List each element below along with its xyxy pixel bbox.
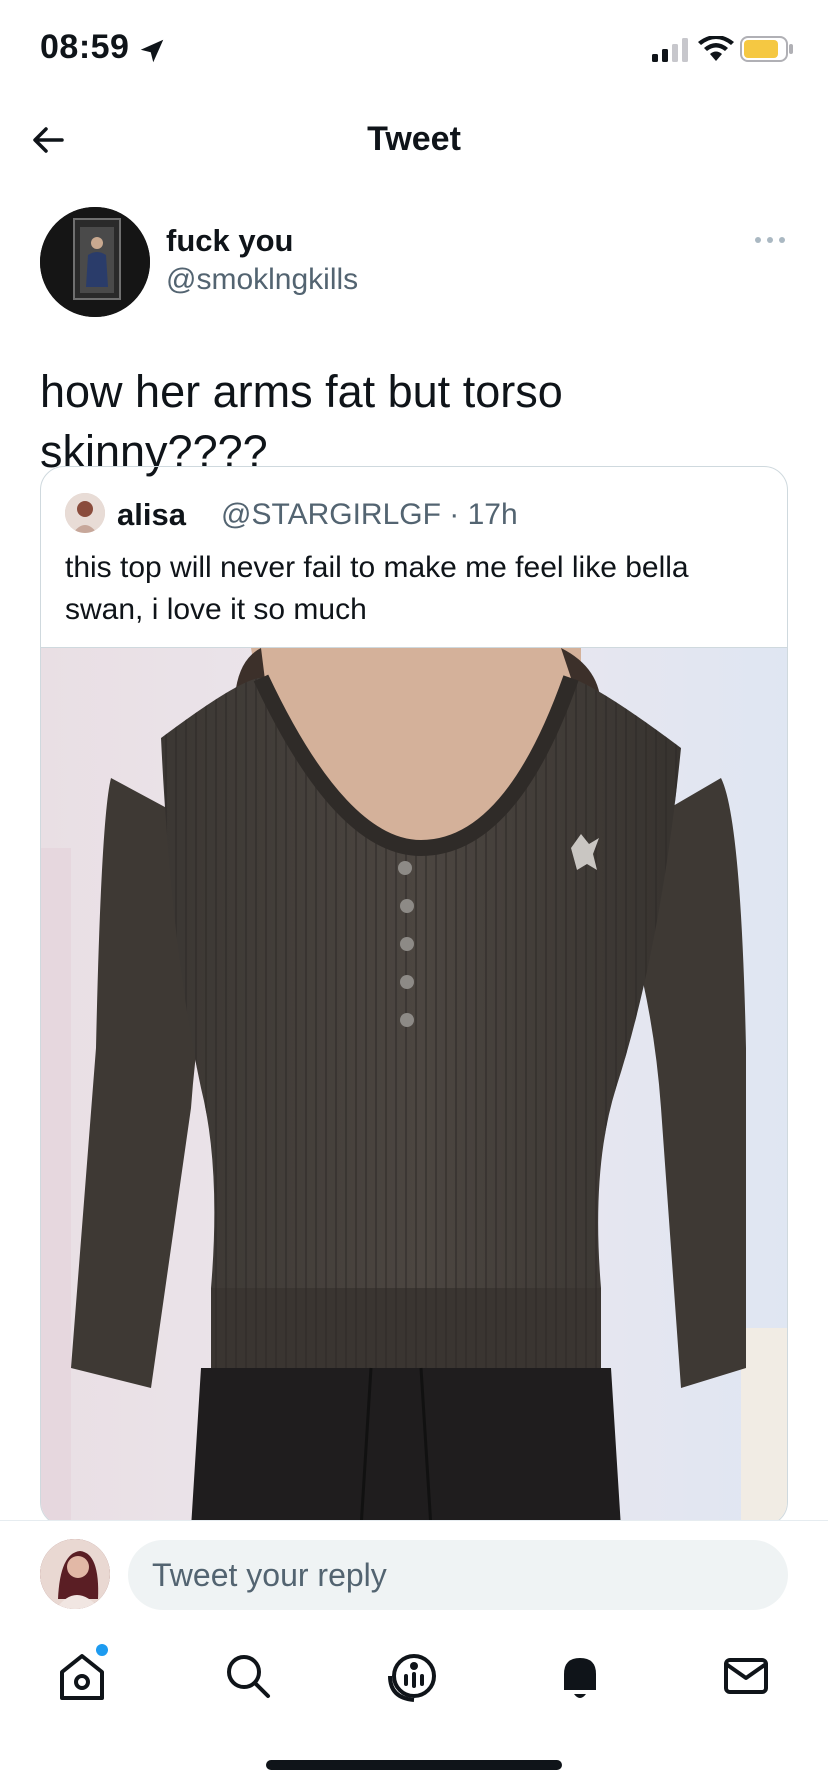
wifi-icon (698, 36, 734, 61)
quoted-tweet-text: this top will never fail to make me feel… (65, 551, 689, 626)
page-title: Tweet (367, 120, 461, 158)
spaces-icon[interactable] (384, 1646, 444, 1706)
home-indicator[interactable] (266, 1760, 562, 1770)
messages-icon[interactable] (716, 1646, 776, 1706)
reply-bar (0, 1520, 828, 1614)
author-avatar[interactable] (40, 207, 150, 317)
signal-icon (652, 38, 688, 62)
quoted-author-handle: @STARGIRLGF · 17h (221, 498, 518, 531)
quoted-author-name: alisa (117, 497, 186, 532)
notifications-icon[interactable] (550, 1646, 610, 1706)
location-arrow-icon (140, 39, 164, 63)
battery-icon (740, 36, 793, 62)
header: Tweet (0, 100, 828, 180)
quoted-tweet[interactable]: alisa @STARGIRLGF · 17h this top will ne… (40, 466, 788, 1526)
quoted-tweet-photo[interactable] (41, 647, 787, 1525)
tweet-text: how her arms fat but torso skinny???? (40, 366, 563, 477)
status-time: 08:59 (40, 28, 130, 66)
more-options-icon[interactable] (752, 233, 788, 247)
user-avatar[interactable] (40, 1539, 110, 1609)
quoted-author-avatar (65, 493, 105, 533)
search-icon[interactable] (218, 1646, 278, 1706)
quoted-tweet-header: alisa @STARGIRLGF · 17h (65, 493, 765, 535)
bottom-nav (0, 1628, 828, 1718)
tweet-author: fuck you @smoklngkills (40, 205, 788, 320)
reply-input[interactable] (128, 1540, 788, 1610)
home-badge-dot (96, 1644, 108, 1656)
author-name[interactable]: fuck you (166, 223, 293, 259)
status-bar: 08:59 (0, 0, 828, 100)
author-handle[interactable]: @smoklngkills (166, 263, 358, 297)
